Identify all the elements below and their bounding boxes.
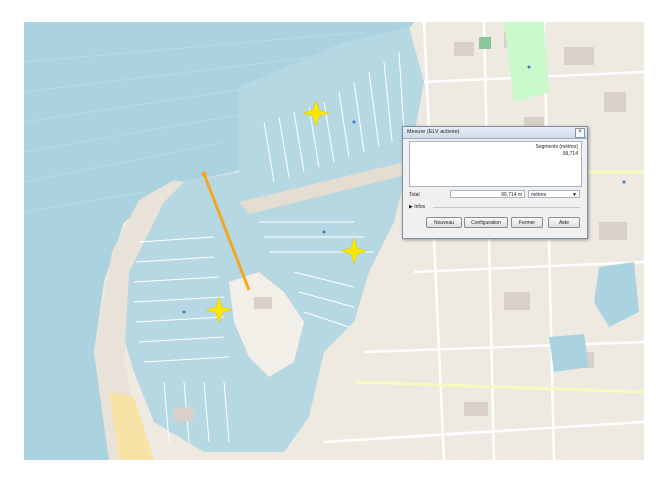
map-canvas[interactable] [24,22,644,460]
configuration-button[interactable]: Configuration [464,217,508,228]
close-button[interactable]: Fermer [511,217,543,228]
unit-select[interactable]: mètres ▼ [528,190,580,198]
new-button[interactable]: Nouveau [426,217,462,228]
expand-arrow-icon[interactable]: ▶ [409,204,413,210]
segments-list[interactable]: Segments (mètres) 99,714 [409,141,582,187]
close-icon[interactable]: × [575,128,585,138]
total-value-field: 99,714 m [450,190,525,198]
segment-value: 99,714 [562,151,578,157]
unit-value: mètres [531,192,547,198]
dialog-titlebar[interactable]: Mesure (ELV activée) × [403,127,587,139]
dropdown-arrow-icon[interactable]: ▼ [572,191,577,199]
help-button[interactable]: Aide [548,217,580,228]
dialog-title: Mesure (ELV activée) [407,129,460,135]
segments-column-header: Segments (mètres) [535,144,578,150]
map-layer [24,22,644,460]
info-toggle[interactable]: ▶ Infos [409,204,425,210]
total-label: Total [409,192,420,198]
info-label: Infos [414,204,426,210]
measure-start-point[interactable] [201,171,207,177]
info-divider [433,207,580,208]
measure-dialog[interactable]: Mesure (ELV activée) × Segments (mètres)… [402,126,588,239]
